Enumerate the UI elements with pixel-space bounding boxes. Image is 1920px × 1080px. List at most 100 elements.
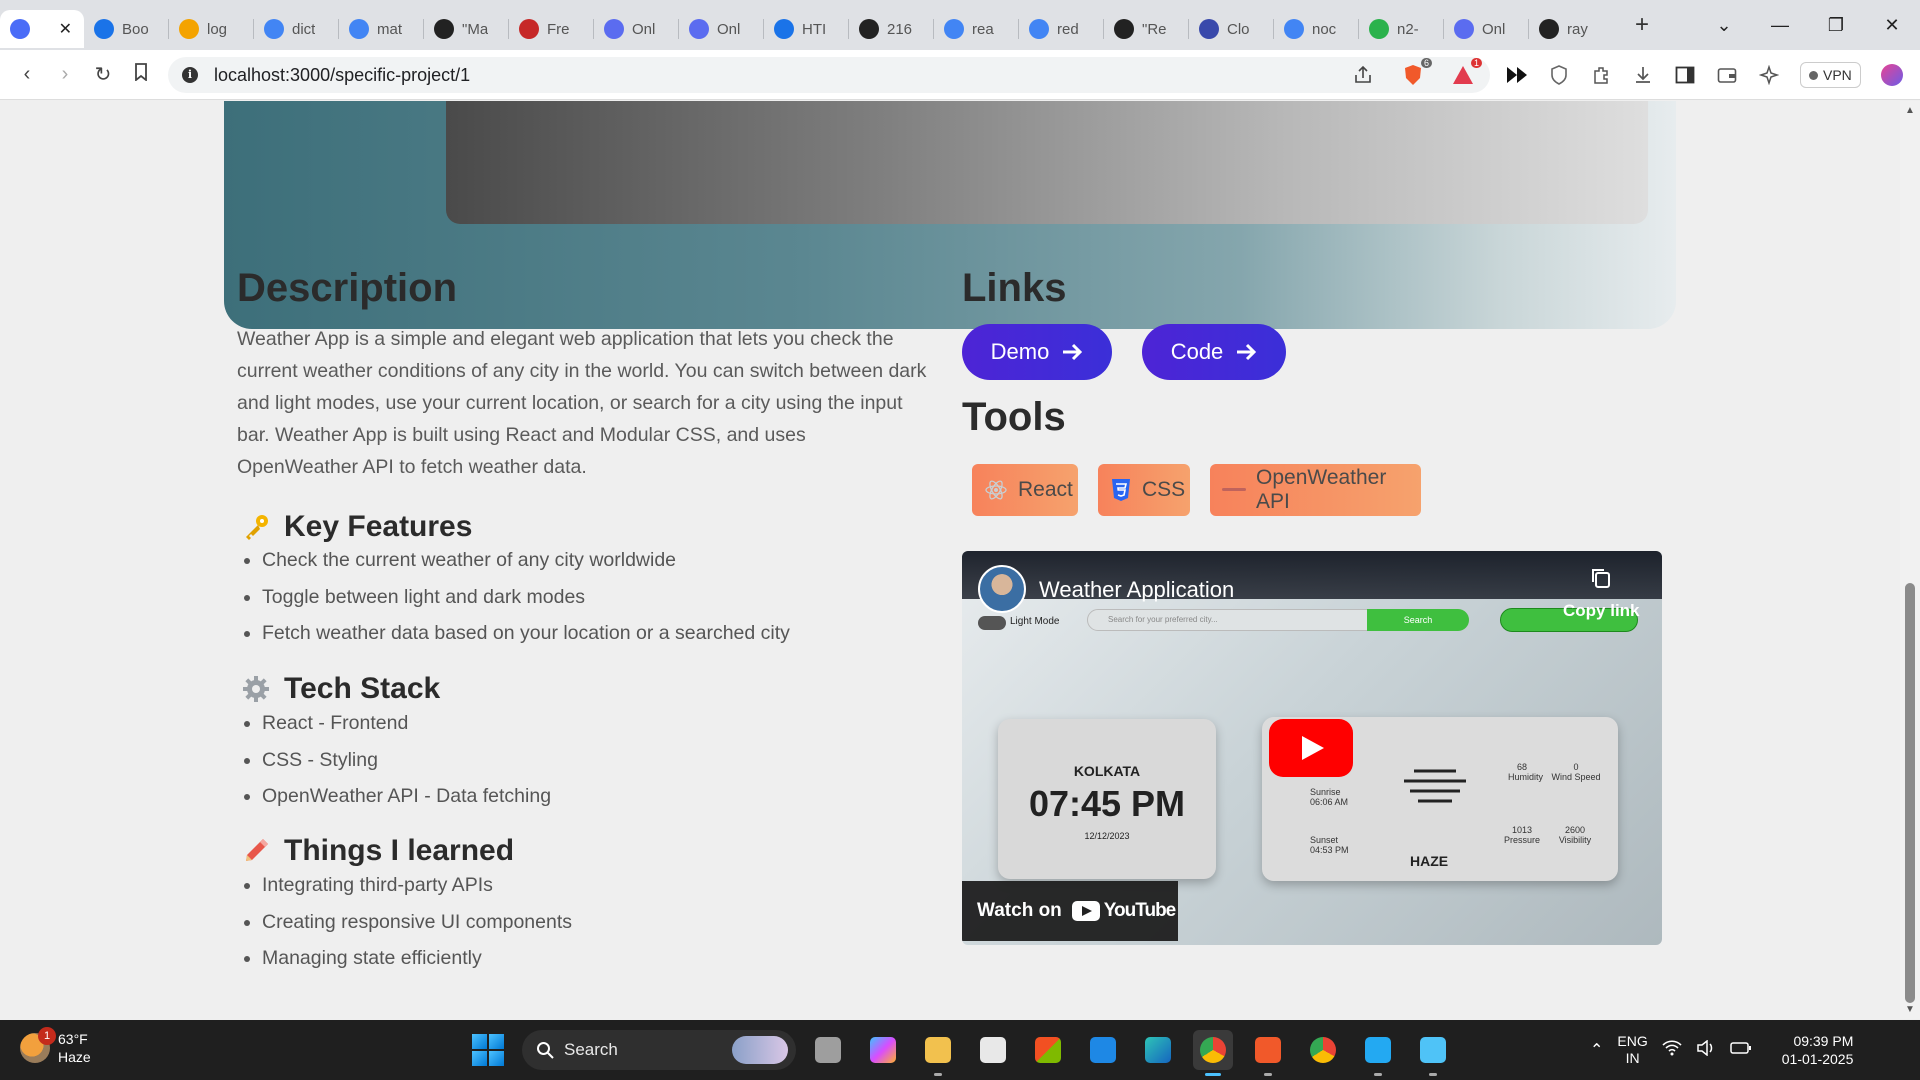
browser-tab[interactable]: Onl	[1444, 10, 1528, 48]
sidebar-icon[interactable]	[1674, 64, 1696, 86]
back-button[interactable]: ‹	[8, 63, 46, 86]
battery-icon[interactable]	[1730, 1041, 1752, 1060]
taskbar-app-button[interactable]	[973, 1030, 1013, 1070]
taskbar-app-button[interactable]	[1413, 1030, 1453, 1076]
taskbar-app-button[interactable]	[1028, 1030, 1068, 1070]
browser-tab[interactable]: Clo	[1189, 10, 1273, 48]
arrow-right-icon	[1063, 343, 1083, 361]
browser-tab[interactable]: dict	[254, 10, 338, 48]
penguin-icon	[434, 19, 454, 39]
download-icon[interactable]	[1632, 64, 1654, 86]
shield-icon[interactable]	[1548, 64, 1570, 86]
browser-tab[interactable]: noc	[1274, 10, 1358, 48]
taskbar-app-button[interactable]	[918, 1030, 958, 1076]
taskbar-app-button[interactable]	[1248, 1030, 1288, 1076]
taskbar-app-button[interactable]	[863, 1030, 903, 1070]
media-forward-icon[interactable]	[1506, 64, 1528, 86]
forward-button[interactable]: ›	[46, 63, 84, 86]
code-button[interactable]: Code	[1142, 324, 1286, 380]
browser-tab[interactable]: Onl	[679, 10, 763, 48]
demo-button[interactable]: Demo	[962, 324, 1112, 380]
taskbar-clock[interactable]: 09:39 PM 01-01-2025	[1782, 1032, 1854, 1068]
flame-icon	[179, 19, 199, 39]
wifi-icon[interactable]	[1662, 1039, 1682, 1061]
google-icon	[349, 19, 369, 39]
vpn-button[interactable]: VPN	[1800, 62, 1861, 88]
description-text: Weather App is a simple and elegant web …	[237, 328, 927, 478]
browser-tab[interactable]: Fre	[509, 10, 593, 48]
taskbar-app-button[interactable]	[1138, 1030, 1178, 1070]
new-tab-button[interactable]: +	[1627, 11, 1657, 39]
wallet-icon[interactable]	[1716, 64, 1738, 86]
address-bar[interactable]: i localhost:3000/specific-project/1 6 1	[168, 57, 1490, 93]
list-item: Check the current weather of any city wo…	[262, 542, 790, 579]
restore-button[interactable]: ❐	[1808, 15, 1864, 36]
sunrise-info: Sunrise 06:06 AM	[1310, 787, 1348, 807]
start-button[interactable]	[472, 1034, 504, 1066]
list-item: Toggle between light and dark modes	[262, 579, 790, 616]
scroll-up-arrow[interactable]: ▲	[1900, 105, 1920, 116]
taskbar-search[interactable]: Search	[522, 1030, 796, 1070]
watch-on-youtube-button[interactable]: Watch on YouTube	[962, 881, 1178, 941]
browser-tab[interactable]: red	[1019, 10, 1103, 48]
tab-title: 216	[887, 20, 913, 38]
browser-tab[interactable]: "Ma	[424, 10, 508, 48]
copilot-icon	[689, 19, 709, 39]
bookmark-icon[interactable]	[122, 62, 160, 87]
copy-link-label[interactable]: Copy link	[1563, 601, 1640, 621]
weather-condition: Haze	[58, 1049, 91, 1065]
video-title[interactable]: Weather Application	[1039, 577, 1234, 603]
browser-tab[interactable]: HTI	[764, 10, 848, 48]
cloud-icon	[1199, 19, 1219, 39]
youtube-play-button[interactable]	[1269, 719, 1353, 777]
browser-tab[interactable]: Onl	[594, 10, 678, 48]
tab-title: log	[207, 20, 228, 38]
channel-avatar[interactable]	[978, 565, 1026, 613]
taskbar-app-button[interactable]	[1358, 1030, 1398, 1076]
close-window-button[interactable]: ✕	[1864, 15, 1920, 36]
tab-active[interactable]: ✕	[0, 10, 84, 48]
page-scrollbar[interactable]: ▲ ▼	[1900, 101, 1920, 1019]
language-indicator[interactable]: ENG IN	[1617, 1033, 1647, 1067]
tool-openweather-label: OpenWeather API	[1256, 466, 1387, 513]
browser-tab[interactable]: Boo	[84, 10, 168, 48]
copy-link-icon[interactable]	[1590, 567, 1612, 589]
scroll-down-arrow[interactable]: ▼	[1900, 1004, 1920, 1015]
video-city: KOLKATA	[1073, 763, 1141, 779]
tab-search-icon[interactable]: ⌄	[1696, 15, 1752, 36]
share-icon[interactable]	[1352, 64, 1374, 86]
visibility-value: 2600	[1564, 825, 1586, 835]
site-info-icon[interactable]: i	[182, 67, 198, 83]
tab-title: HTI	[802, 20, 827, 38]
browser-tab[interactable]: 216	[849, 10, 933, 48]
taskbar-app-button[interactable]	[1303, 1030, 1343, 1070]
list-item: React - Frontend	[262, 705, 551, 742]
minimize-button[interactable]: —	[1752, 15, 1808, 36]
weather-widget[interactable]: 1 63°F Haze	[20, 1027, 91, 1066]
video-search-button: Search	[1367, 609, 1469, 631]
close-tab-icon[interactable]: ✕	[59, 19, 72, 39]
taskbar-app-button[interactable]	[808, 1030, 848, 1070]
leo-ai-icon[interactable]	[1758, 64, 1780, 86]
edge-icon	[1145, 1037, 1171, 1063]
taskbar-app-button[interactable]	[1083, 1030, 1123, 1070]
tab-title: red	[1057, 20, 1079, 38]
youtube-video-embed[interactable]: Light Mode Search for your preferred cit…	[962, 551, 1662, 945]
scrollbar-thumb[interactable]	[1905, 583, 1915, 1003]
brave-rewards-icon[interactable]: 1	[1452, 58, 1482, 86]
demo-label: Demo	[990, 339, 1050, 364]
brave-shield-icon[interactable]: 6	[1402, 58, 1432, 86]
browser-tab[interactable]: log	[169, 10, 253, 48]
browser-tab[interactable]: ray	[1529, 10, 1613, 48]
chevron-up-icon[interactable]: ⌃	[1590, 1040, 1603, 1060]
tool-openweather-chip: OpenWeather API	[1210, 464, 1421, 516]
profile-avatar[interactable]	[1880, 64, 1903, 86]
taskbar-app-button[interactable]	[1193, 1030, 1233, 1076]
volume-icon[interactable]	[1696, 1038, 1716, 1061]
extensions-icon[interactable]	[1590, 64, 1612, 86]
browser-tab[interactable]: n2-	[1359, 10, 1443, 48]
browser-tab[interactable]: mat	[339, 10, 423, 48]
reload-button[interactable]: ↻	[84, 62, 122, 87]
browser-tab[interactable]: "Re	[1104, 10, 1188, 48]
browser-tab[interactable]: rea	[934, 10, 1018, 48]
